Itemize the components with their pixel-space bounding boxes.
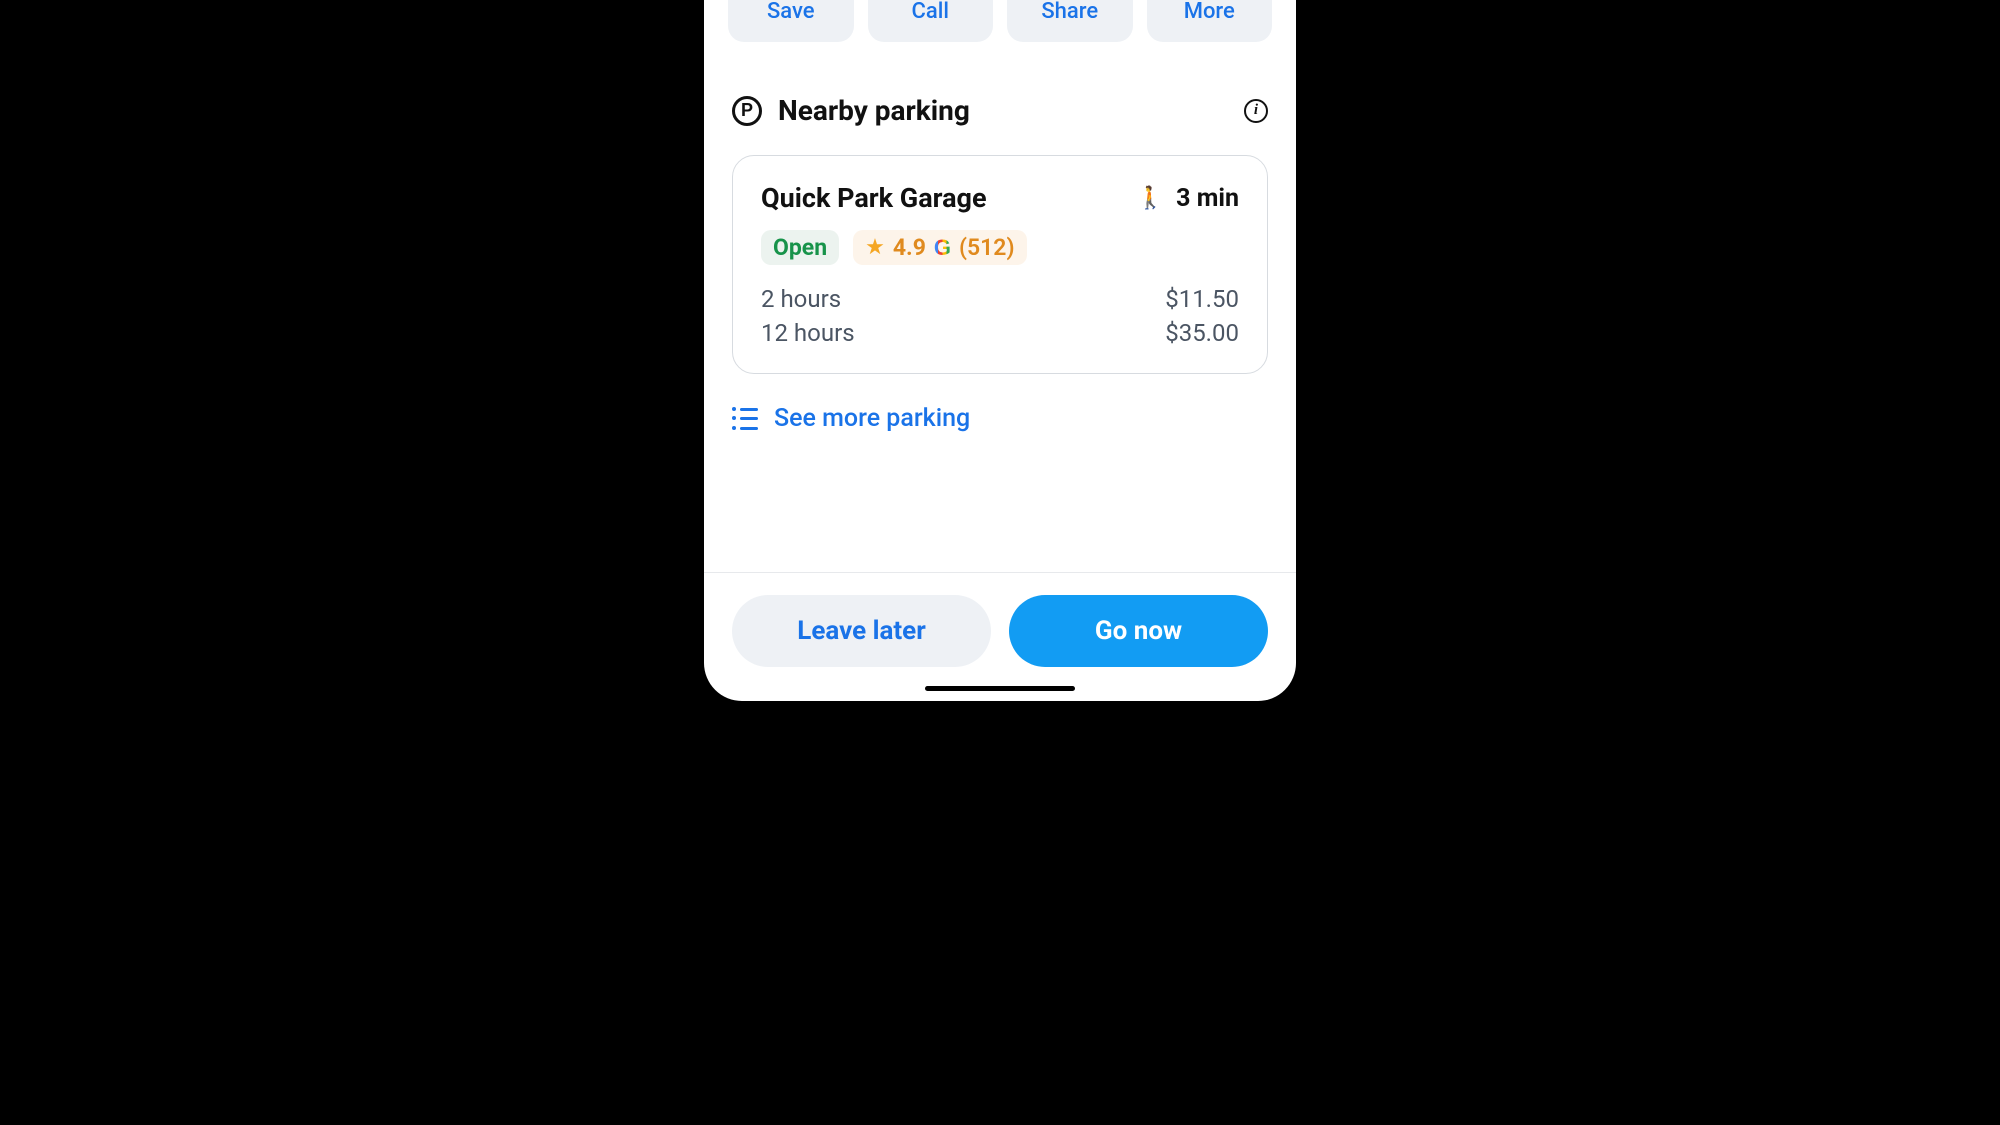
- open-badge: Open: [761, 230, 839, 265]
- phone-frame: Save Call Share More P Nearby parking i …: [690, 0, 1310, 715]
- bottom-action-bar: Leave later Go now: [704, 572, 1296, 701]
- review-count: (512): [959, 234, 1014, 261]
- rating-value: 4.9: [893, 234, 926, 261]
- see-more-label: See more parking: [774, 404, 970, 433]
- section-title: Nearby parking: [778, 94, 1228, 127]
- price-amount: $35.00: [1165, 319, 1239, 347]
- parking-card[interactable]: Quick Park Garage 🚶 3 min Open ★ 4.9 G (…: [732, 155, 1268, 374]
- parking-card-header: Quick Park Garage 🚶 3 min: [761, 182, 1239, 214]
- walk-icon: 🚶: [1137, 186, 1164, 211]
- section-header: P Nearby parking i: [732, 94, 1268, 127]
- leave-later-button[interactable]: Leave later: [732, 595, 991, 667]
- nearby-parking-section: P Nearby parking i: [704, 68, 1296, 127]
- more-button[interactable]: More: [1147, 0, 1273, 42]
- save-button[interactable]: Save: [728, 0, 854, 42]
- parking-badges: Open ★ 4.9 G (512): [761, 230, 1239, 265]
- home-indicator[interactable]: [925, 686, 1075, 691]
- parking-icon: P: [732, 96, 762, 126]
- info-icon[interactable]: i: [1244, 99, 1268, 123]
- star-icon: ★: [865, 235, 885, 260]
- list-icon: [732, 408, 758, 430]
- price-amount: $11.50: [1165, 285, 1239, 313]
- rating-badge: ★ 4.9 G (512): [853, 230, 1026, 265]
- price-label: 2 hours: [761, 285, 841, 313]
- price-label: 12 hours: [761, 319, 855, 347]
- parking-name: Quick Park Garage: [761, 182, 1125, 214]
- price-row: 12 hours $35.00: [761, 319, 1239, 347]
- spacer: [704, 433, 1296, 572]
- call-button[interactable]: Call: [868, 0, 994, 42]
- see-more-parking-link[interactable]: See more parking: [704, 374, 1296, 433]
- go-now-button[interactable]: Go now: [1009, 595, 1268, 667]
- share-button[interactable]: Share: [1007, 0, 1133, 42]
- walk-time: 3 min: [1176, 184, 1239, 213]
- price-list: 2 hours $11.50 12 hours $35.00: [761, 285, 1239, 347]
- screen: Save Call Share More P Nearby parking i …: [704, 0, 1296, 701]
- google-icon: G: [934, 235, 951, 261]
- price-row: 2 hours $11.50: [761, 285, 1239, 313]
- action-pill-row: Save Call Share More: [704, 0, 1296, 68]
